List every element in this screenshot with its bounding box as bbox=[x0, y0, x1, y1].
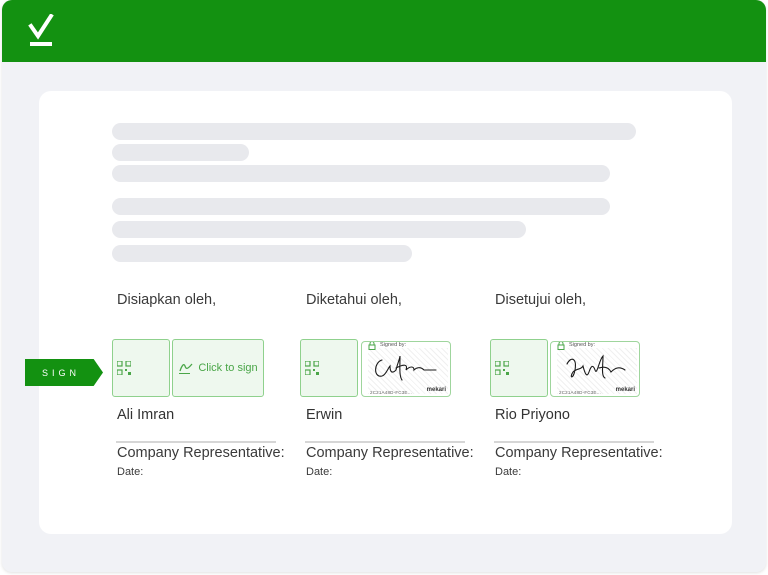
qr-code-icon bbox=[495, 361, 509, 375]
handwritten-signature bbox=[566, 354, 626, 379]
signature-hash: 2C21A48D-FC3E... bbox=[559, 390, 601, 395]
signature-hash: 2C21A48D-FC3E... bbox=[370, 390, 412, 395]
date-label: Date: bbox=[117, 466, 144, 478]
lock-icon bbox=[368, 342, 376, 350]
role-label: Disetujui oleh, bbox=[495, 292, 587, 308]
role-label: Diketahui oleh, bbox=[306, 292, 402, 308]
qr-code-icon bbox=[117, 361, 131, 375]
text-placeholder-line bbox=[112, 198, 610, 215]
qr-code-icon bbox=[305, 361, 319, 375]
signed-by-label: Signed by: bbox=[569, 342, 595, 348]
representative-label: Company Representative: bbox=[117, 445, 285, 461]
signature-line bbox=[116, 441, 276, 443]
signer-name: Erwin bbox=[306, 407, 343, 423]
text-placeholder-line bbox=[112, 123, 636, 140]
text-placeholder-line bbox=[112, 144, 249, 161]
check-logo-icon bbox=[28, 14, 54, 46]
signer-name: Rio Priyono bbox=[495, 407, 570, 423]
representative-label: Company Representative: bbox=[306, 445, 474, 461]
signature-line bbox=[305, 441, 465, 443]
role-label: Disiapkan oleh, bbox=[117, 292, 217, 308]
click-to-sign-label: Click to sign bbox=[198, 362, 258, 374]
signature-pen-icon bbox=[179, 363, 193, 374]
signature-line bbox=[494, 441, 654, 443]
date-label: Date: bbox=[306, 466, 333, 478]
text-placeholder-line bbox=[112, 165, 610, 182]
sign-tag-button[interactable]: SIGN bbox=[25, 359, 103, 386]
app-window bbox=[2, 0, 766, 572]
signature-stamp: Signed by: 2C21A48D-FC3E... mekari bbox=[550, 341, 640, 397]
signature-stamp: Signed by: 2C21A48D-FC3E... mekari bbox=[361, 341, 451, 397]
text-placeholder-line bbox=[112, 221, 526, 238]
qr-code-field bbox=[300, 339, 358, 397]
qr-code-field bbox=[490, 339, 548, 397]
text-placeholder-line bbox=[112, 245, 412, 262]
click-to-sign-button[interactable]: Click to sign bbox=[172, 339, 264, 397]
mekari-logo: mekari bbox=[615, 387, 635, 393]
signer-name: Ali Imran bbox=[117, 407, 175, 423]
lock-icon bbox=[557, 342, 565, 350]
date-label: Date: bbox=[495, 466, 522, 478]
signed-by-label: Signed by: bbox=[380, 342, 406, 348]
sign-tag-label: SIGN bbox=[42, 367, 81, 378]
handwritten-signature bbox=[375, 355, 437, 381]
representative-label: Company Representative: bbox=[495, 445, 663, 461]
top-bar bbox=[2, 0, 766, 62]
mekari-logo: mekari bbox=[426, 387, 446, 393]
qr-code-field bbox=[112, 339, 170, 397]
